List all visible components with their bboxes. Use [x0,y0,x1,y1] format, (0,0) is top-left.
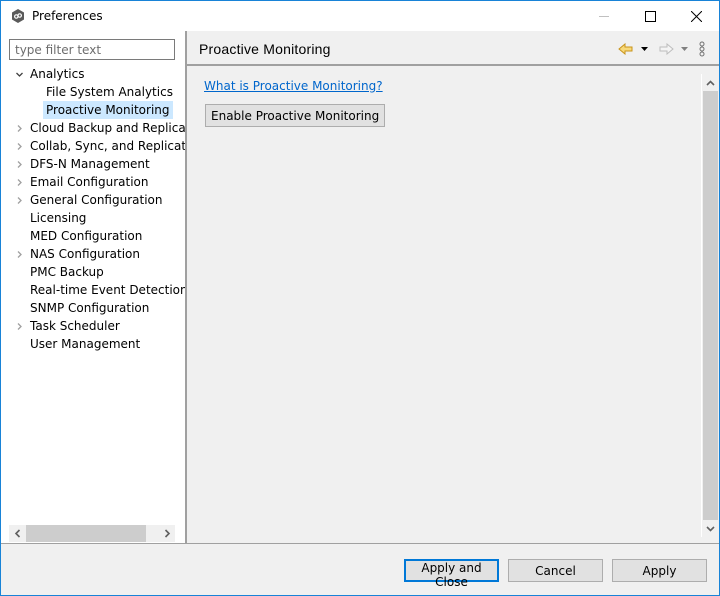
tree-item-label: File System Analytics [46,85,173,99]
tree-item-label: DFS-N Management [30,157,150,171]
expand-toggle[interactable] [13,245,25,263]
tree-item[interactable]: DFS-N Management [1,155,185,173]
expand-toggle[interactable] [13,155,25,173]
window-title: Preferences [32,9,103,23]
tree-item-label: MED Configuration [30,229,143,243]
page-header: Proactive Monitoring [187,31,719,66]
tree-item-label: Email Configuration [30,175,149,189]
tree-item-label: Licensing [30,211,87,225]
preference-tree: Analytics File System Analytics Proactive … [1,65,185,353]
tree-item[interactable]: Cloud Backup and Replicati [1,119,185,137]
expand-toggle[interactable] [13,137,25,155]
tree-item-label: Analytics [30,67,85,81]
tree-item-label: General Configuration [30,193,163,207]
tree-item-label: Real-time Event Detection [30,283,185,297]
tree-item[interactable]: File System Analytics [1,83,185,101]
back-history-dropdown[interactable] [639,40,649,58]
chevron-right-icon [17,178,22,186]
more-vertical-icon [699,41,705,57]
expand-toggle[interactable] [13,119,25,137]
tree-item-label: Proactive Monitoring [43,101,173,119]
preferences-window: Preferences Analytics File System Analyti… [0,0,720,596]
help-link[interactable]: What is Proactive Monitoring? [204,79,383,93]
app-logo-icon [12,9,24,23]
tree-item[interactable]: User Management [1,335,185,353]
close-button[interactable] [673,1,719,31]
cancel-button[interactable]: Cancel [508,559,603,582]
tree-item-label: Cloud Backup and Replicati [30,121,185,135]
tree-item-label: PMC Backup [30,265,104,279]
tree-item-label: User Management [30,337,141,351]
tree-item[interactable]: PMC Backup [1,263,185,281]
chevron-right-icon [164,529,170,538]
chevron-right-icon [17,160,22,168]
scroll-left-button[interactable] [9,525,26,542]
apply-button[interactable]: Apply [612,559,707,582]
scroll-up-button[interactable] [702,74,719,91]
preference-page: Proactive Monitoring What is Proactive M… [187,31,719,543]
chevron-up-icon [706,79,715,86]
expand-toggle[interactable] [13,173,25,191]
tree-item[interactable]: General Configuration [1,191,185,209]
tree-item-label: Task Scheduler [30,319,120,333]
expand-toggle[interactable] [13,65,25,83]
view-menu-button[interactable] [697,40,707,58]
tree-item[interactable]: Proactive Monitoring [1,101,185,119]
tree-item[interactable]: Collab, Sync, and Replicatio [1,137,185,155]
chevron-down-icon [15,72,23,77]
maximize-icon [644,10,656,22]
enable-proactive-monitoring-button[interactable]: Enable Proactive Monitoring [205,104,386,127]
tree-item[interactable]: NAS Configuration [1,245,185,263]
tree-item[interactable]: Real-time Event Detection [1,281,185,299]
expand-toggle[interactable] [13,317,25,335]
back-arrow-icon [618,43,633,55]
dropdown-icon [680,47,688,51]
chevron-right-icon [17,250,22,258]
forward-button[interactable] [657,40,675,58]
tree-item[interactable]: Email Configuration [1,173,185,191]
minimize-button[interactable] [581,1,627,31]
maximize-button[interactable] [627,1,673,31]
scroll-right-button[interactable] [158,525,175,542]
forward-arrow-icon [659,43,674,55]
title-bar: Preferences [1,1,719,31]
horizontal-scroll-thumb[interactable] [26,525,146,542]
dialog-footer: Apply and Close Cancel Apply [1,543,719,595]
chevron-right-icon [17,196,22,204]
vertical-scroll-thumb[interactable] [703,91,718,520]
expand-toggle[interactable] [13,191,25,209]
minimize-icon [598,15,609,17]
chevron-right-icon [17,322,22,330]
chevron-down-icon [706,525,715,532]
tree-item-label: NAS Configuration [30,247,140,261]
close-icon [690,10,702,22]
tree-item[interactable]: Analytics [1,65,185,83]
apply-and-close-button[interactable]: Apply and Close [404,559,499,589]
back-button[interactable] [617,40,635,58]
vertical-scrollbar[interactable] [701,74,718,537]
chevron-right-icon [17,142,22,150]
tree-item-label: SNMP Configuration [30,301,150,315]
preference-tree-pane: Analytics File System Analytics Proactive … [1,31,185,543]
filter-input[interactable] [9,39,175,60]
tree-item-label: Collab, Sync, and Replicatio [30,139,185,153]
tree-item[interactable]: SNMP Configuration [1,299,185,317]
tree-item[interactable]: Task Scheduler [1,317,185,335]
chevron-right-icon [17,124,22,132]
chevron-left-icon [14,529,20,538]
page-title: Proactive Monitoring [199,41,331,57]
tree-item[interactable]: Licensing [1,209,185,227]
scroll-down-button[interactable] [702,520,719,537]
forward-history-dropdown[interactable] [679,40,689,58]
horizontal-scrollbar[interactable] [9,525,175,542]
tree-item[interactable]: MED Configuration [1,227,185,245]
dropdown-icon [640,47,648,51]
